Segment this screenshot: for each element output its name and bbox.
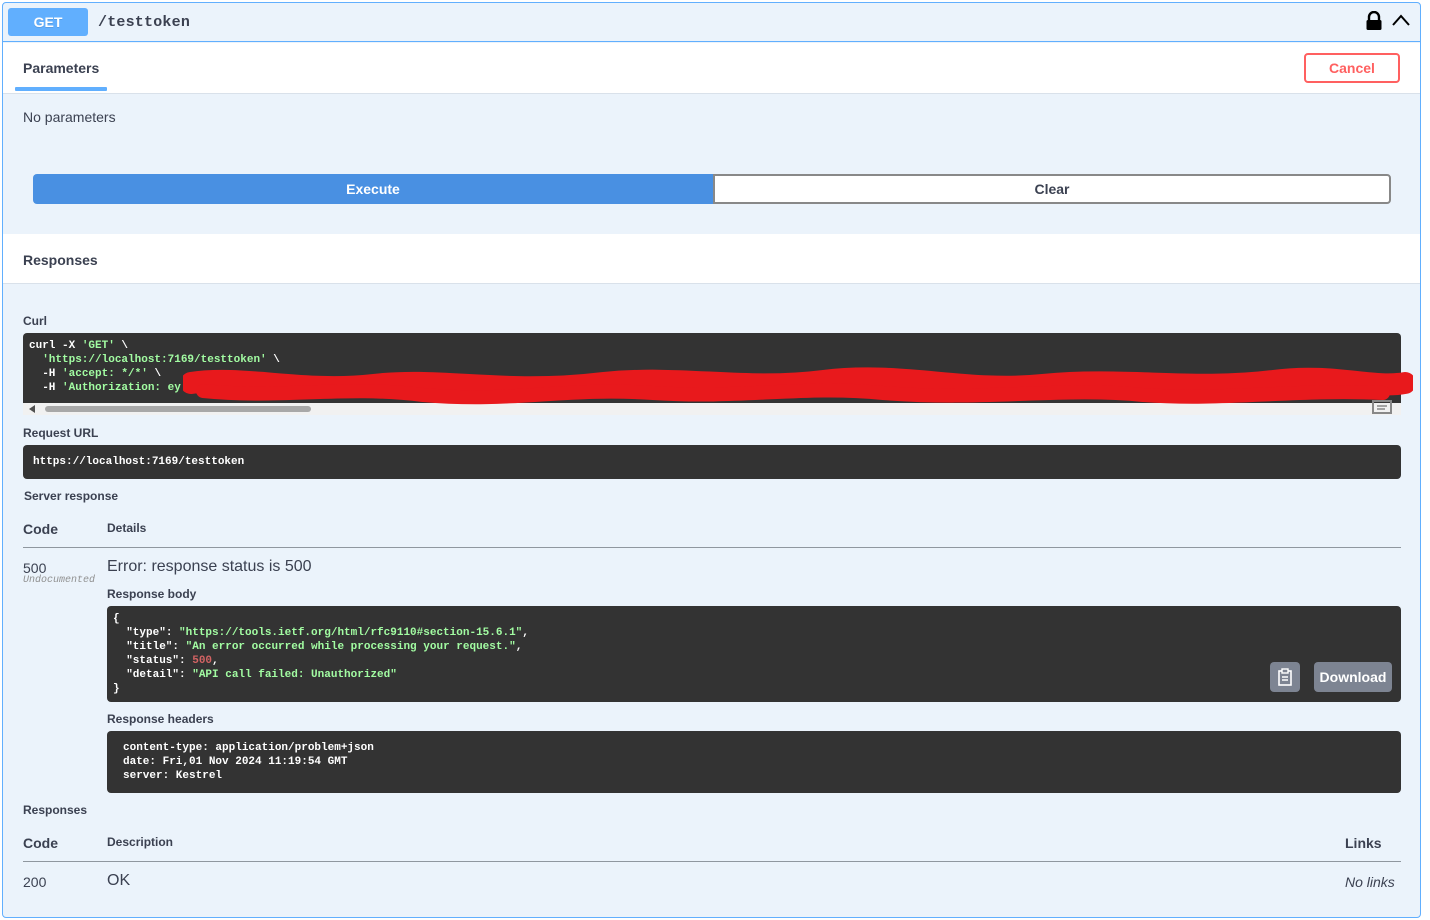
curl-line-1-end: \ (114, 340, 129, 352)
copy-response-button[interactable] (1270, 662, 1300, 692)
server-response-details-header: Details (107, 521, 147, 535)
operation-block: GET /testtoken Parameters Cancel No para… (2, 2, 1421, 918)
responses-table-label: Responses (23, 803, 88, 817)
request-url-label: Request URL (23, 426, 99, 440)
tab-parameters[interactable]: Parameters (15, 43, 108, 93)
server-response-code-header: Code (23, 521, 58, 537)
header-date: date: Fri,01 Nov 2024 11:19:54 GMT (123, 756, 348, 768)
json-close-brace: } (113, 683, 120, 695)
json-key-status: "status" (126, 655, 180, 667)
header-server: server: Kestrel (123, 770, 223, 782)
cancel-button[interactable]: Cancel (1304, 53, 1400, 83)
curl-line-3-end: \ (147, 368, 162, 380)
clear-button[interactable]: Clear (713, 174, 1391, 204)
undocumented-note: Undocumented (23, 575, 96, 586)
response-headers-label: Response headers (107, 712, 214, 726)
response-body-label: Response body (107, 587, 197, 601)
server-response-label: Server response (24, 489, 119, 503)
curl-line-3-header: 'accept: */*' (62, 368, 148, 380)
curl-line-1-method: 'GET' (81, 340, 115, 352)
response-description: OK (107, 872, 131, 889)
responses-links-header: Links (1345, 835, 1382, 851)
response-code-200: 200 (23, 874, 47, 890)
execute-button[interactable]: Execute (33, 174, 713, 204)
responses-header: Responses (3, 234, 1420, 284)
header-content-type: content-type: application/problem+json (123, 742, 374, 754)
json-value-status: 500 (192, 655, 213, 667)
lock-icon[interactable] (1365, 11, 1383, 31)
chevron-up-icon[interactable] (1391, 13, 1411, 27)
json-key-type: "type" (126, 627, 166, 639)
redaction-scribble (183, 367, 1413, 405)
endpoint-path: /testtoken (98, 14, 191, 31)
curl-line-4-auth: 'Authorization: ey (62, 382, 181, 394)
curl-line-3-cmd: -H (42, 368, 63, 380)
scroll-left-arrow-icon[interactable] (29, 405, 35, 413)
json-open-brace: { (113, 613, 120, 625)
responses-code-header: Code (23, 835, 58, 851)
response-body-code[interactable]: { "type": "https://tools.ietf.org/html/r… (107, 606, 1401, 702)
responses-header-divider (23, 861, 1401, 862)
http-method-badge: GET (8, 8, 88, 36)
error-message: Error: response status is 500 (107, 558, 312, 575)
response-headers-code[interactable]: content-type: application/problem+json d… (107, 731, 1401, 793)
json-key-title: "title" (126, 641, 173, 653)
json-value-detail: "API call failed: Unauthorized" (192, 669, 397, 681)
response-links: No links (1345, 874, 1395, 890)
parameters-header: Parameters Cancel (3, 43, 1420, 94)
curl-label: Curl (23, 314, 47, 328)
responses-title: Responses (23, 252, 98, 268)
operation-summary[interactable]: GET /testtoken (3, 3, 1420, 42)
response-status-code: 500 (23, 560, 47, 576)
json-value-type: "https://tools.ietf.org/html/rfc9110#sec… (179, 627, 523, 639)
request-url-value[interactable]: https://localhost:7169/testtoken (23, 445, 1401, 479)
header-divider (23, 547, 1401, 548)
clipboard-icon (1278, 668, 1292, 686)
json-value-title: "An error occurred while processing your… (185, 641, 516, 653)
json-key-detail: "detail" (126, 669, 180, 681)
curl-line-1-cmd: curl -X (29, 340, 82, 352)
responses-description-header: Description (107, 835, 174, 849)
download-button[interactable]: Download (1314, 662, 1392, 692)
no-parameters-text: No parameters (23, 109, 116, 125)
curl-line-4-cmd: -H (42, 382, 63, 394)
